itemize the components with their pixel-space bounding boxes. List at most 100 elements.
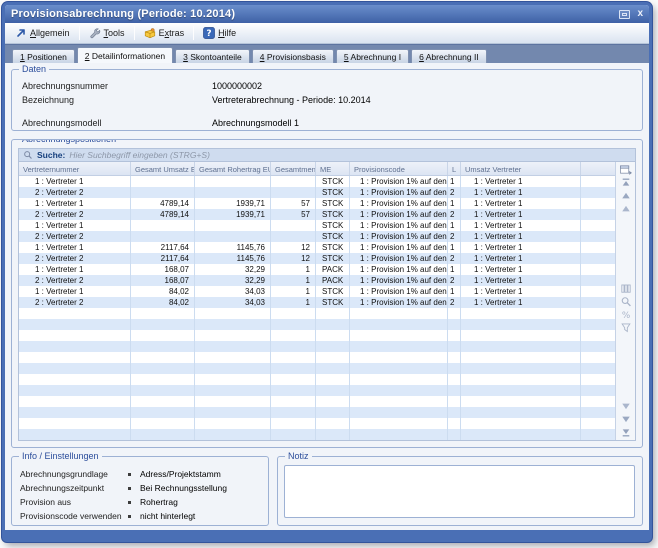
grid-cell-gesamt-rohertrag-eur: 1939,71 [195, 209, 271, 220]
daten-groupbox: Daten Abrechnungsnummer1000000002Bezeich… [11, 69, 643, 131]
toolbar-button-tools[interactable]: Tools [84, 25, 130, 41]
grid-cell-gesamtmenge [271, 407, 316, 418]
scroll-first-icon[interactable] [619, 177, 633, 188]
column-header-vertreternummer[interactable]: Vertreternummer [19, 162, 131, 175]
grid-cell-vertreternummer: 2 : Vertreter 2 [19, 253, 131, 264]
sum-icon[interactable]: % [619, 309, 633, 320]
empty-row [19, 319, 615, 330]
grid-cell-gesamt-umsatz-eur [131, 187, 195, 198]
table-row[interactable]: 2 : Vertreter 2STCK1 : Provision 1% auf … [19, 187, 615, 198]
grid-cell-filler [581, 275, 615, 286]
content-area: Daten Abrechnungsnummer1000000002Bezeich… [5, 63, 649, 530]
column-header-provisionscode[interactable]: Provisionscode [350, 162, 448, 175]
grid-cell-me: STCK [316, 209, 350, 220]
toolbar-separator [134, 26, 135, 40]
toolbar-button-hilfe[interactable]: ?Hilfe [198, 25, 241, 41]
grid-cell-filler [581, 220, 615, 231]
tab-skontoanteile[interactable]: 3 Skontoanteile [175, 49, 250, 63]
column-header-me[interactable]: ME [316, 162, 350, 175]
grid-cell-me [316, 352, 350, 363]
grid-cell-provisionscode: 1 : Provision 1% auf den ve [350, 198, 448, 209]
grid-cell-filler [581, 308, 615, 319]
scroll-down-icon[interactable] [619, 401, 633, 412]
grid-cell-provisionscode: 1 : Provision 1% auf den ve [350, 220, 448, 231]
table-row[interactable]: 1 : Vertreter 1STCK1 : Provision 1% auf … [19, 176, 615, 187]
grid-cell-umsatz-vertreter: 1 : Vertreter 1 [461, 242, 581, 253]
grid-cell-gesamt-rohertrag-eur [195, 341, 271, 352]
scroll-next-icon[interactable] [619, 414, 633, 425]
grid-cell-vertreternummer [19, 429, 131, 440]
table-row[interactable]: 1 : Vertreter 14789,141939,7157STCK1 : P… [19, 198, 615, 209]
close-icon[interactable]: x [637, 9, 643, 19]
grid-cell-gesamtmenge [271, 341, 316, 352]
table-row[interactable]: 1 : Vertreter 12117,641145,7612STCK1 : P… [19, 242, 615, 253]
grid-cell-gesamt-umsatz-eur [131, 231, 195, 242]
tab-abrechnung-ii[interactable]: 6 Abrechnung II [411, 49, 487, 63]
toolbar-button-allgemein[interactable]: Allgemein [10, 25, 75, 41]
info-field-row: AbrechnungszeitpunktBei Rechnungsstellun… [20, 481, 262, 495]
table-row[interactable]: 2 : Vertreter 2168,0732,291PACK1 : Provi… [19, 275, 615, 286]
help-icon: ? [203, 27, 215, 39]
search-icon[interactable] [619, 296, 633, 307]
search-input[interactable] [69, 149, 631, 161]
title-bar: Provisionsabrechnung (Periode: 10.2014) … [5, 5, 649, 23]
grid-cell-filler [581, 176, 615, 187]
grid-cell-vertreternummer [19, 418, 131, 429]
grid-cell-gesamtmenge: 12 [271, 253, 316, 264]
scroll-up-icon[interactable] [619, 203, 633, 214]
tab-provisionsbasis[interactable]: 4 Provisionsbasis [252, 49, 334, 63]
table-row[interactable]: 2 : Vertreter 24789,141939,7157STCK1 : P… [19, 209, 615, 220]
grid-cell-vertreternummer: 1 : Vertreter 1 [19, 264, 131, 275]
grid-cell-gesamt-rohertrag-eur [195, 231, 271, 242]
grid-cell-gesamt-rohertrag-eur [195, 374, 271, 385]
field-label: Abrechnungsmodell [22, 118, 212, 128]
column-header-umsatz-vertreter[interactable]: Umsatz Vertreter [461, 162, 581, 175]
grid-cell-l: 2 [448, 209, 461, 220]
grid-cell-gesamt-umsatz-eur: 2117,64 [131, 253, 195, 264]
column-header-gesamt-umsatz-eur[interactable]: Gesamt Umsatz EUR [131, 162, 195, 175]
tab-abrechnung-i[interactable]: 5 Abrechnung I [336, 49, 409, 63]
table-row[interactable]: 1 : Vertreter 1STCK1 : Provision 1% auf … [19, 220, 615, 231]
notiz-textarea[interactable] [284, 465, 635, 518]
scroll-last-icon[interactable] [619, 427, 633, 438]
column-header-gesamtmenge[interactable]: Gesamtmenge [271, 162, 316, 175]
grid-cell-filler [581, 418, 615, 429]
column-header-l[interactable]: L [448, 162, 461, 175]
column-header-gesamt-rohertrag-eur[interactable]: Gesamt Rohertrag EUR [195, 162, 271, 175]
table-row[interactable]: 1 : Vertreter 184,0234,031STCK1 : Provis… [19, 286, 615, 297]
grid-cell-l [448, 407, 461, 418]
tab-detailinformationen[interactable]: 2 Detailinformationen [77, 47, 173, 63]
grid-cell-provisionscode [350, 308, 448, 319]
grid-cell-gesamtmenge: 1 [271, 297, 316, 308]
grid-cell-umsatz-vertreter [461, 352, 581, 363]
grid-cell-vertreternummer: 1 : Vertreter 1 [19, 242, 131, 253]
table-row[interactable]: 1 : Vertreter 1168,0732,291PACK1 : Provi… [19, 264, 615, 275]
restore-icon[interactable] [619, 10, 630, 19]
notiz-groupbox: Notiz [277, 456, 643, 526]
grid-cell-vertreternummer [19, 374, 131, 385]
info-label: Provision aus [20, 497, 128, 507]
grid-cell-me [316, 308, 350, 319]
grid-cell-gesamt-rohertrag-eur: 1145,76 [195, 253, 271, 264]
grid-cell-me: STCK [316, 242, 350, 253]
table-row[interactable]: 2 : Vertreter 22117,641145,7612STCK1 : P… [19, 253, 615, 264]
grid-cell-gesamtmenge [271, 352, 316, 363]
filter-icon[interactable] [619, 322, 633, 333]
tab-positionen[interactable]: 1 Positionen [12, 49, 75, 63]
column-chooser-icon[interactable] [619, 164, 633, 175]
table-row[interactable]: 2 : Vertreter 284,0234,031STCK1 : Provis… [19, 297, 615, 308]
toolbar-button-extras[interactable]: Extras [139, 25, 190, 41]
columns-icon[interactable] [619, 283, 633, 294]
grid-cell-l: 2 [448, 297, 461, 308]
grid-cell-l: 1 [448, 220, 461, 231]
grid-cell-vertreternummer [19, 330, 131, 341]
grid-cell-umsatz-vertreter: 1 : Vertreter 1 [461, 231, 581, 242]
grid-cell-gesamt-umsatz-eur [131, 407, 195, 418]
table-row[interactable]: 2 : Vertreter 2STCK1 : Provision 1% auf … [19, 231, 615, 242]
info-field-row: Provisionscode verwendennicht hinterlegt [20, 509, 262, 523]
grid-cell-vertreternummer [19, 363, 131, 374]
grid-cell-me [316, 418, 350, 429]
grid-cell-provisionscode: 1 : Provision 1% auf den ve [350, 297, 448, 308]
scroll-prev-icon[interactable] [619, 190, 633, 201]
grid-cell-me [316, 363, 350, 374]
